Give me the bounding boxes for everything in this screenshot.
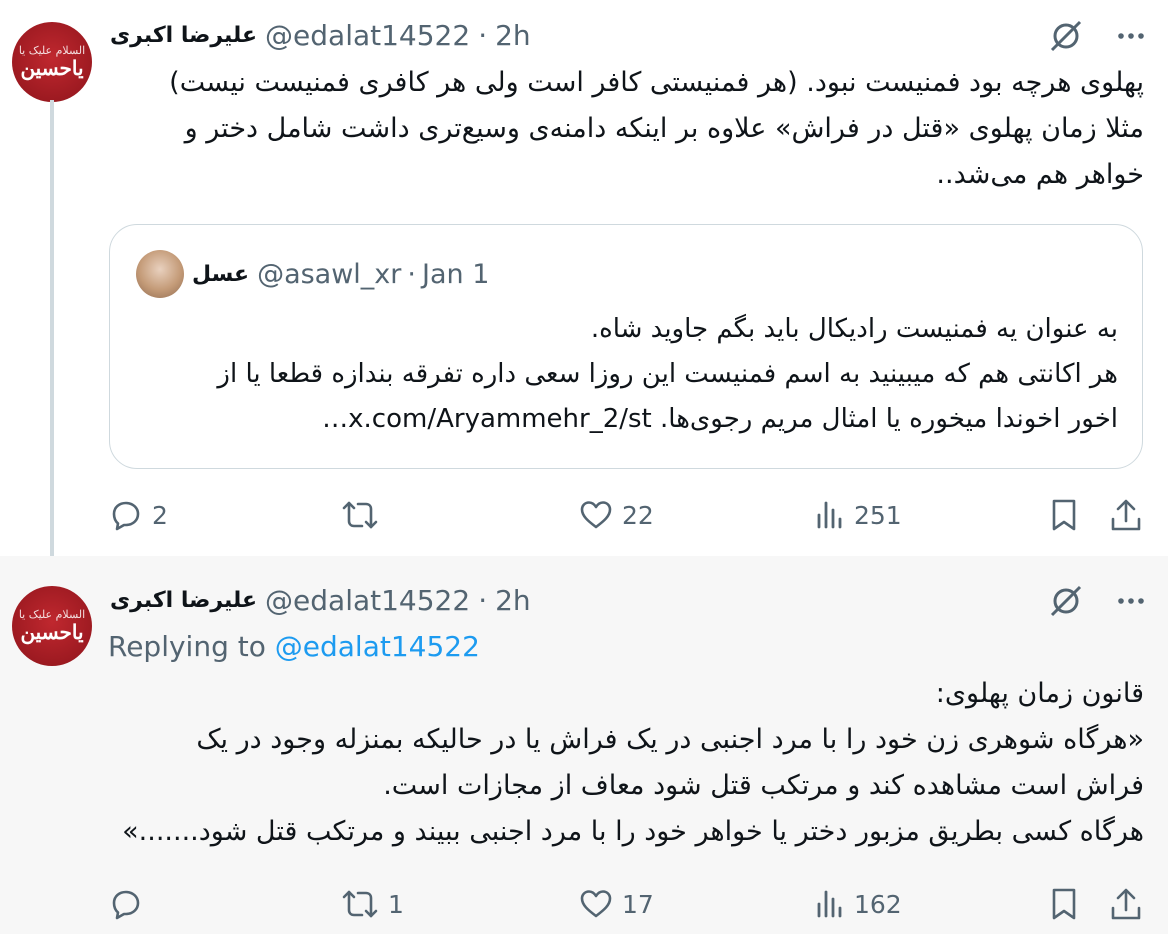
text-line: اخور اخوندا میخوره یا امثال مریم رجوی‌ها…	[322, 404, 1118, 434]
repost-icon	[340, 497, 380, 533]
grok-icon[interactable]	[1048, 583, 1084, 623]
like-button[interactable]: 17	[578, 884, 654, 924]
replying-prefix: Replying to	[108, 630, 266, 663]
text-line: هرگاه کسی بطریق مزبور دختر یا خواهر خود …	[122, 816, 1144, 847]
views-button[interactable]: 251	[814, 495, 902, 535]
bookmark-icon	[1048, 886, 1080, 922]
share-icon	[1108, 497, 1144, 533]
share-button[interactable]	[1108, 884, 1144, 924]
text-line: به عنوان یه فمنیست رادیکال باید بگم جاوی…	[590, 314, 1118, 344]
tweet-header: علیرضا اکبری @edalat14522 · 2h	[110, 18, 531, 52]
view-count: 251	[854, 500, 902, 530]
separator-dot: ·	[407, 258, 416, 290]
text-line: هر اکانتی هم که میبینید به اسم فمنیست ای…	[217, 359, 1118, 389]
grok-icon[interactable]	[1048, 18, 1084, 58]
avatar-title: یاحسین	[20, 620, 84, 645]
action-bar: 1 17 162	[108, 884, 1148, 924]
quote-timestamp: Jan 1	[421, 258, 490, 290]
author-name[interactable]: علیرضا اکبری	[110, 588, 257, 613]
bookmark-button[interactable]	[1048, 884, 1080, 924]
replying-to: Replying to @edalat14522	[108, 630, 480, 663]
views-icon	[814, 497, 846, 533]
quoted-tweet[interactable]: عسل @asawl_xr · Jan 1 به عنوان یه فمنیست…	[109, 224, 1143, 469]
reply-icon	[108, 886, 144, 922]
more-icon[interactable]	[1116, 586, 1146, 620]
quote-text: به عنوان یه فمنیست رادیکال باید بگم جاوی…	[217, 307, 1118, 442]
avatar-title: یاحسین	[20, 56, 84, 81]
text-line: خواهر هم می‌شد..	[936, 159, 1144, 190]
reply-icon	[108, 497, 144, 533]
share-icon	[1108, 886, 1144, 922]
repost-icon	[340, 886, 380, 922]
tweet-1[interactable]: السلام علیک یا یاحسین علیرضا اکبری @edal…	[0, 0, 1168, 576]
share-button[interactable]	[1108, 495, 1144, 535]
like-count: 22	[622, 500, 654, 530]
bookmark-button[interactable]	[1048, 495, 1080, 535]
tweet-header: علیرضا اکبری @edalat14522 · 2h	[110, 583, 531, 617]
quote-header: عسل @asawl_xr · Jan 1	[192, 258, 490, 290]
views-button[interactable]: 162	[814, 884, 902, 924]
tweet-2[interactable]: السلام علیک یا یاحسین علیرضا اکبری @edal…	[0, 556, 1168, 934]
replying-mention-link[interactable]: @edalat14522	[275, 630, 480, 663]
quote-avatar[interactable]	[136, 250, 184, 298]
text-line: قانون زمان پهلوی:	[935, 678, 1144, 709]
action-bar: 2 22 251	[108, 495, 1148, 535]
avatar[interactable]: السلام علیک یا یاحسین	[12, 22, 92, 102]
avatar-caption: السلام علیک یا	[18, 43, 86, 57]
like-icon	[578, 886, 614, 922]
timestamp[interactable]: 2h	[495, 584, 531, 617]
tweet-text: قانون زمان پهلوی: «هرگاه شوهری زن خود را…	[122, 671, 1144, 855]
reply-button[interactable]: 2	[108, 495, 168, 535]
text-line: پهلوی هرچه بود فمنیست نبود. (هر فمنیستی …	[169, 67, 1144, 98]
repost-button[interactable]	[340, 495, 388, 535]
text-line: فراش است مشاهده کند و مرتکب قتل شود معاف…	[383, 770, 1144, 801]
tweet-text: پهلوی هرچه بود فمنیست نبود. (هر فمنیستی …	[169, 60, 1144, 198]
separator-dot: ·	[478, 583, 488, 617]
avatar-caption: السلام علیک یا	[18, 607, 86, 621]
text-line: «هرگاه شوهری زن خود را با مرد اجنبی در ی…	[196, 724, 1144, 755]
author-handle[interactable]: @edalat14522	[265, 584, 470, 617]
text-line: مثلا زمان پهلوی «قتل در فراش» علاوه بر ا…	[184, 113, 1144, 144]
like-count: 17	[622, 889, 654, 919]
timestamp[interactable]: 2h	[495, 19, 531, 52]
repost-count: 1	[388, 889, 404, 919]
separator-dot: ·	[478, 18, 488, 52]
bookmark-icon	[1048, 497, 1080, 533]
quote-author-handle: @asawl_xr	[257, 258, 402, 290]
like-icon	[578, 497, 614, 533]
author-name[interactable]: علیرضا اکبری	[110, 23, 257, 48]
tweet-top-icons	[1048, 583, 1146, 623]
reply-button[interactable]	[108, 884, 152, 924]
more-icon[interactable]	[1116, 21, 1146, 55]
avatar[interactable]: السلام علیک یا یاحسین	[12, 586, 92, 666]
author-handle[interactable]: @edalat14522	[265, 19, 470, 52]
thread-line	[50, 100, 54, 576]
views-icon	[814, 886, 846, 922]
quote-author-name: عسل	[192, 261, 250, 287]
view-count: 162	[854, 889, 902, 919]
repost-button[interactable]: 1	[340, 884, 404, 924]
reply-count: 2	[152, 500, 168, 530]
tweet-top-icons	[1048, 18, 1146, 58]
like-button[interactable]: 22	[578, 495, 654, 535]
